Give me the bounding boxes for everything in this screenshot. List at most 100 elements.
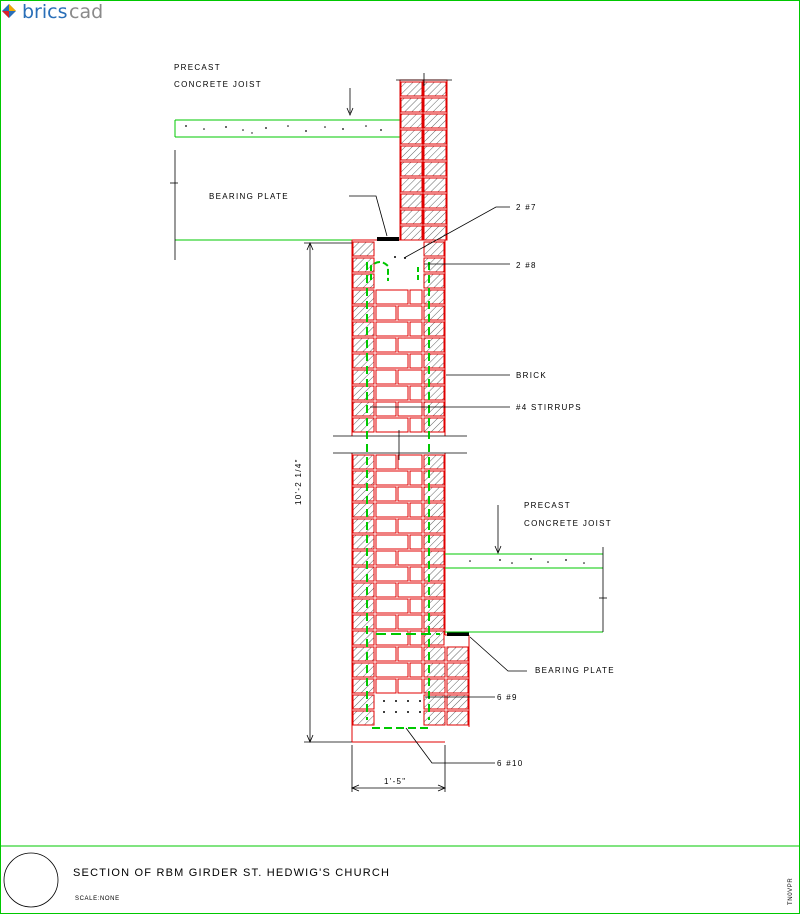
brick-course — [397, 582, 423, 598]
lower-precast-joist — [445, 547, 607, 633]
brick-course — [375, 662, 409, 678]
brick-end — [352, 582, 375, 598]
brick-end — [423, 225, 447, 241]
brick-course — [409, 662, 423, 678]
brick-course — [397, 486, 423, 502]
brick-course — [397, 369, 423, 385]
brick-course — [397, 646, 423, 662]
brick-end — [352, 710, 375, 726]
dimension-height-label: 10'-2 1/4" — [294, 458, 303, 505]
brick-end — [423, 598, 445, 614]
brick-end — [423, 273, 445, 289]
brick-course — [409, 321, 423, 337]
brick-course — [375, 470, 409, 486]
brick-end — [352, 337, 375, 353]
brick-end — [423, 369, 445, 385]
brick-course — [375, 502, 409, 518]
logo-text-cad: cad — [69, 1, 103, 23]
brick-end — [423, 385, 445, 401]
brick-end — [400, 161, 423, 177]
label-precast-top: PRECAST — [174, 63, 221, 72]
upper-brick-wall — [396, 73, 452, 241]
brick-end — [423, 353, 445, 369]
brick-end — [352, 646, 375, 662]
brick-end — [423, 417, 445, 433]
brick-end — [423, 241, 445, 257]
label-bar-6-10: 6 #10 — [497, 759, 524, 768]
label-concrete-joist-top: CONCRETE JOIST — [174, 80, 262, 89]
brick-end — [423, 289, 445, 305]
brick-end — [352, 369, 375, 385]
brick-end — [352, 385, 375, 401]
brick-end — [423, 177, 447, 193]
brick-end — [352, 678, 375, 694]
brick-end — [352, 305, 375, 321]
brick-end — [400, 129, 423, 145]
brick-end — [352, 321, 375, 337]
brick-end — [423, 534, 445, 550]
brick-end — [400, 193, 423, 209]
brick-end — [423, 614, 445, 630]
label-bar-6-9: 6 #9 — [497, 693, 518, 702]
brick-end — [423, 129, 447, 145]
brick-end — [423, 678, 446, 694]
brick-end — [352, 518, 375, 534]
brick-course — [375, 678, 397, 694]
label-stirrups: #4 STIRRUPS — [516, 403, 582, 412]
brick-end — [423, 662, 446, 678]
brick-end — [423, 337, 445, 353]
brick-course — [375, 550, 397, 566]
brick-end — [423, 193, 447, 209]
brick-end — [423, 454, 445, 470]
brick-end — [446, 662, 469, 678]
brick-end — [423, 113, 447, 129]
brick-course — [375, 566, 409, 582]
brick-end — [352, 289, 375, 305]
brick-course — [397, 550, 423, 566]
label-bearing-plate-top: BEARING PLATE — [209, 192, 289, 201]
brick-course — [375, 454, 397, 470]
brick-end — [423, 486, 445, 502]
brick-end — [423, 145, 447, 161]
brick-course — [375, 369, 397, 385]
brick-course — [375, 614, 397, 630]
brick-end — [400, 225, 423, 241]
brick-course — [409, 566, 423, 582]
brick-end — [423, 470, 445, 486]
brick-end — [352, 241, 375, 257]
brick-end — [423, 582, 445, 598]
brick-course — [375, 305, 397, 321]
brick-end — [352, 630, 375, 646]
drawing-scale: SCALE:NONE — [75, 896, 120, 902]
drawing-code: TN0VPR — [788, 878, 794, 905]
bearing-plate-top — [377, 237, 399, 241]
brick-course — [375, 486, 397, 502]
brick-course — [397, 305, 423, 321]
brick-end — [400, 145, 423, 161]
brick-course — [409, 502, 423, 518]
brick-end — [352, 694, 375, 710]
label-bar-2-8: 2 #8 — [516, 261, 537, 270]
brick-end — [352, 502, 375, 518]
brick-course — [375, 598, 409, 614]
brick-end — [352, 417, 375, 433]
brick-end — [446, 646, 469, 662]
drawing-sheet: brics cad 10'-2 1/4" 1'-5" PRECAST CONCR… — [0, 0, 800, 914]
bricscad-logo-icon — [2, 4, 16, 18]
brick-course — [375, 401, 397, 417]
brick-end — [352, 401, 375, 417]
brick-course — [397, 614, 423, 630]
upper-precast-joist — [170, 119, 401, 260]
logo-text-brics: brics — [22, 1, 68, 23]
brick-course — [409, 385, 423, 401]
brick-course — [397, 678, 423, 694]
brick-course — [375, 289, 409, 305]
brick-course — [375, 582, 397, 598]
drawing-title: SECTION OF RBM GIRDER ST. HEDWIG'S CHURC… — [73, 867, 390, 879]
brick-course — [397, 401, 423, 417]
brick-end — [352, 662, 375, 678]
brick-end — [423, 97, 447, 113]
brick-course — [375, 321, 409, 337]
brick-course — [409, 470, 423, 486]
brick-end — [423, 321, 445, 337]
